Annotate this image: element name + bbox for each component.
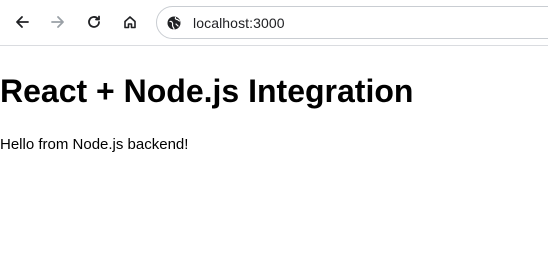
home-icon <box>124 16 136 29</box>
home-button[interactable] <box>115 7 145 37</box>
url-text[interactable]: localhost:3000 <box>193 15 285 31</box>
browser-toolbar: localhost:3000 <box>0 0 548 46</box>
globe-icon <box>167 16 181 30</box>
arrow-left-icon <box>16 16 29 28</box>
forward-button[interactable] <box>43 7 73 37</box>
address-bar[interactable]: localhost:3000 <box>156 6 548 39</box>
page-heading: React + Node.js Integration <box>0 73 414 109</box>
reload-icon <box>88 15 100 28</box>
backend-message: Hello from Node.js backend! <box>0 136 189 153</box>
site-info-button[interactable] <box>165 14 183 32</box>
reload-button[interactable] <box>79 7 109 37</box>
back-button[interactable] <box>7 7 37 37</box>
arrow-right-icon <box>51 16 64 28</box>
